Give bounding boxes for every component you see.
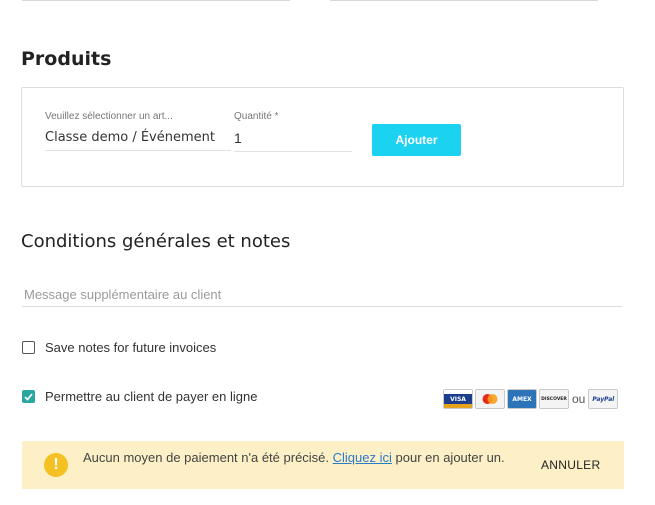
quantity-label: Quantité * (234, 111, 279, 122)
products-title: Produits (21, 48, 112, 70)
previous-field-underline (22, 0, 290, 1)
cancel-button[interactable]: ANNULER (541, 458, 600, 472)
quantity-field[interactable]: Quantité * 1 (234, 111, 352, 152)
products-panel: Veuillez sélectionner un art... Classe d… (21, 87, 624, 187)
mastercard-icon (475, 389, 505, 409)
pay-online-label: Permettre au client de payer en ligne (45, 389, 258, 404)
alert-message: Aucun moyen de paiement n'a été précisé.… (83, 450, 543, 465)
article-select-value[interactable]: Classe demo / Événement (45, 130, 231, 151)
client-message-input[interactable] (22, 283, 622, 307)
conditions-title: Conditions générales et notes (21, 231, 291, 252)
payment-methods: VISA AMEX DISCOVER ou PayPal (443, 389, 620, 409)
article-select[interactable]: Veuillez sélectionner un art... Classe d… (45, 111, 231, 151)
payment-warning-alert: ! Aucun moyen de paiement n'a été précis… (22, 441, 624, 489)
save-notes-label: Save notes for future invoices (45, 340, 217, 355)
save-notes-checkbox[interactable] (22, 341, 35, 354)
check-icon (24, 392, 33, 401)
discover-icon: DISCOVER (539, 389, 569, 409)
payment-separator: ou (572, 392, 586, 406)
article-select-label: Veuillez sélectionner un art... (45, 111, 173, 122)
previous-field-underline (330, 0, 598, 1)
paypal-icon: PayPal (588, 389, 619, 409)
quantity-input[interactable]: 1 (234, 130, 352, 152)
add-product-button[interactable]: Ajouter (372, 124, 461, 156)
pay-online-option[interactable]: Permettre au client de payer en ligne (22, 389, 257, 404)
add-payment-link[interactable]: Cliquez ici (333, 450, 392, 465)
alert-text-after: pour en ajouter un. (391, 450, 505, 465)
amex-icon: AMEX (507, 389, 537, 409)
visa-icon: VISA (443, 389, 473, 409)
warning-icon: ! (44, 453, 68, 477)
save-notes-option[interactable]: Save notes for future invoices (22, 340, 216, 355)
pay-online-checkbox[interactable] (22, 390, 35, 403)
alert-text-before: Aucun moyen de paiement n'a été précisé. (83, 450, 333, 465)
